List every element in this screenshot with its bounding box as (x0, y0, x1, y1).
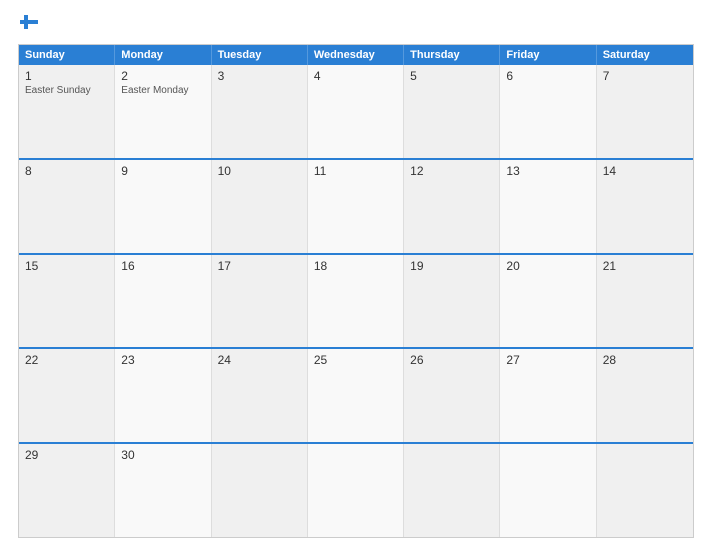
day-number: 22 (25, 353, 108, 367)
cal-cell: 7 (597, 65, 693, 158)
day-header-friday: Friday (500, 45, 596, 65)
cal-cell (404, 444, 500, 537)
cal-cell: 9 (115, 160, 211, 253)
day-number: 30 (121, 448, 204, 462)
cal-cell (212, 444, 308, 537)
cal-cell: 22 (19, 349, 115, 442)
day-number: 3 (218, 69, 301, 83)
day-number: 15 (25, 259, 108, 273)
cal-cell: 12 (404, 160, 500, 253)
calendar-week-1: 1 Easter Sunday 2 Easter Monday 34567 (19, 65, 693, 158)
cal-cell: 18 (308, 255, 404, 348)
day-number: 27 (506, 353, 589, 367)
cal-cell: 10 (212, 160, 308, 253)
cal-cell: 15 (19, 255, 115, 348)
cal-cell (500, 444, 596, 537)
day-header-sunday: Sunday (19, 45, 115, 65)
cal-cell: 24 (212, 349, 308, 442)
day-number: 23 (121, 353, 204, 367)
day-number: 26 (410, 353, 493, 367)
day-number: 16 (121, 259, 204, 273)
day-header-saturday: Saturday (597, 45, 693, 65)
day-number: 9 (121, 164, 204, 178)
day-number: 11 (314, 164, 397, 178)
cal-cell (308, 444, 404, 537)
cal-cell: 1 Easter Sunday (19, 65, 115, 158)
cal-cell: 29 (19, 444, 115, 537)
day-number: 24 (218, 353, 301, 367)
day-number: 4 (314, 69, 397, 83)
cal-cell: 27 (500, 349, 596, 442)
cal-cell: 13 (500, 160, 596, 253)
cal-cell: 23 (115, 349, 211, 442)
cal-cell: 6 (500, 65, 596, 158)
day-number: 25 (314, 353, 397, 367)
cal-cell: 11 (308, 160, 404, 253)
day-number: 12 (410, 164, 493, 178)
day-number: 1 (25, 69, 108, 83)
calendar-week-2: 89 10 11 12 13 14 (19, 158, 693, 253)
cal-cell: 2 Easter Monday (115, 65, 211, 158)
cal-cell (597, 444, 693, 537)
calendar-week-5: 29 30 (19, 442, 693, 537)
calendar-header-row: SundayMondayTuesdayWednesdayThursdayFrid… (19, 45, 693, 65)
day-number: 21 (603, 259, 687, 273)
cal-cell: 28 (597, 349, 693, 442)
cal-cell: 21 (597, 255, 693, 348)
cal-cell: 14 (597, 160, 693, 253)
day-number: 13 (506, 164, 589, 178)
day-number: 29 (25, 448, 108, 462)
cal-cell: 16 (115, 255, 211, 348)
calendar-body: 1 Easter Sunday 2 Easter Monday 34567 89 10 11 1… (19, 65, 693, 537)
day-header-tuesday: Tuesday (212, 45, 308, 65)
cal-cell: 20 (500, 255, 596, 348)
day-header-thursday: Thursday (404, 45, 500, 65)
day-header-monday: Monday (115, 45, 211, 65)
day-number: 28 (603, 353, 687, 367)
day-number: 19 (410, 259, 493, 273)
cal-cell: 26 (404, 349, 500, 442)
day-number: 6 (506, 69, 589, 83)
day-event: Easter Sunday (25, 85, 108, 96)
day-number: 17 (218, 259, 301, 273)
cal-cell: 30 (115, 444, 211, 537)
logo (18, 16, 38, 34)
cal-cell: 5 (404, 65, 500, 158)
cal-cell: 17 (212, 255, 308, 348)
day-number: 14 (603, 164, 687, 178)
cal-cell: 4 (308, 65, 404, 158)
calendar-week-3: 15 16 17 18 19 20 21 (19, 253, 693, 348)
day-event: Easter Monday (121, 85, 204, 96)
page: SundayMondayTuesdayWednesdayThursdayFrid… (0, 0, 712, 550)
calendar-week-4: 22 23 24 25 26 27 28 (19, 347, 693, 442)
day-number: 2 (121, 69, 204, 83)
day-number: 8 (25, 164, 108, 178)
cal-cell: 25 (308, 349, 404, 442)
day-header-wednesday: Wednesday (308, 45, 404, 65)
cal-cell: 19 (404, 255, 500, 348)
day-number: 20 (506, 259, 589, 273)
cal-cell: 3 (212, 65, 308, 158)
day-number: 10 (218, 164, 301, 178)
day-number: 18 (314, 259, 397, 273)
header (18, 16, 694, 34)
logo-flag-icon (20, 15, 38, 29)
calendar: SundayMondayTuesdayWednesdayThursdayFrid… (18, 44, 694, 538)
day-number: 5 (410, 69, 493, 83)
day-number: 7 (603, 69, 687, 83)
cal-cell: 8 (19, 160, 115, 253)
